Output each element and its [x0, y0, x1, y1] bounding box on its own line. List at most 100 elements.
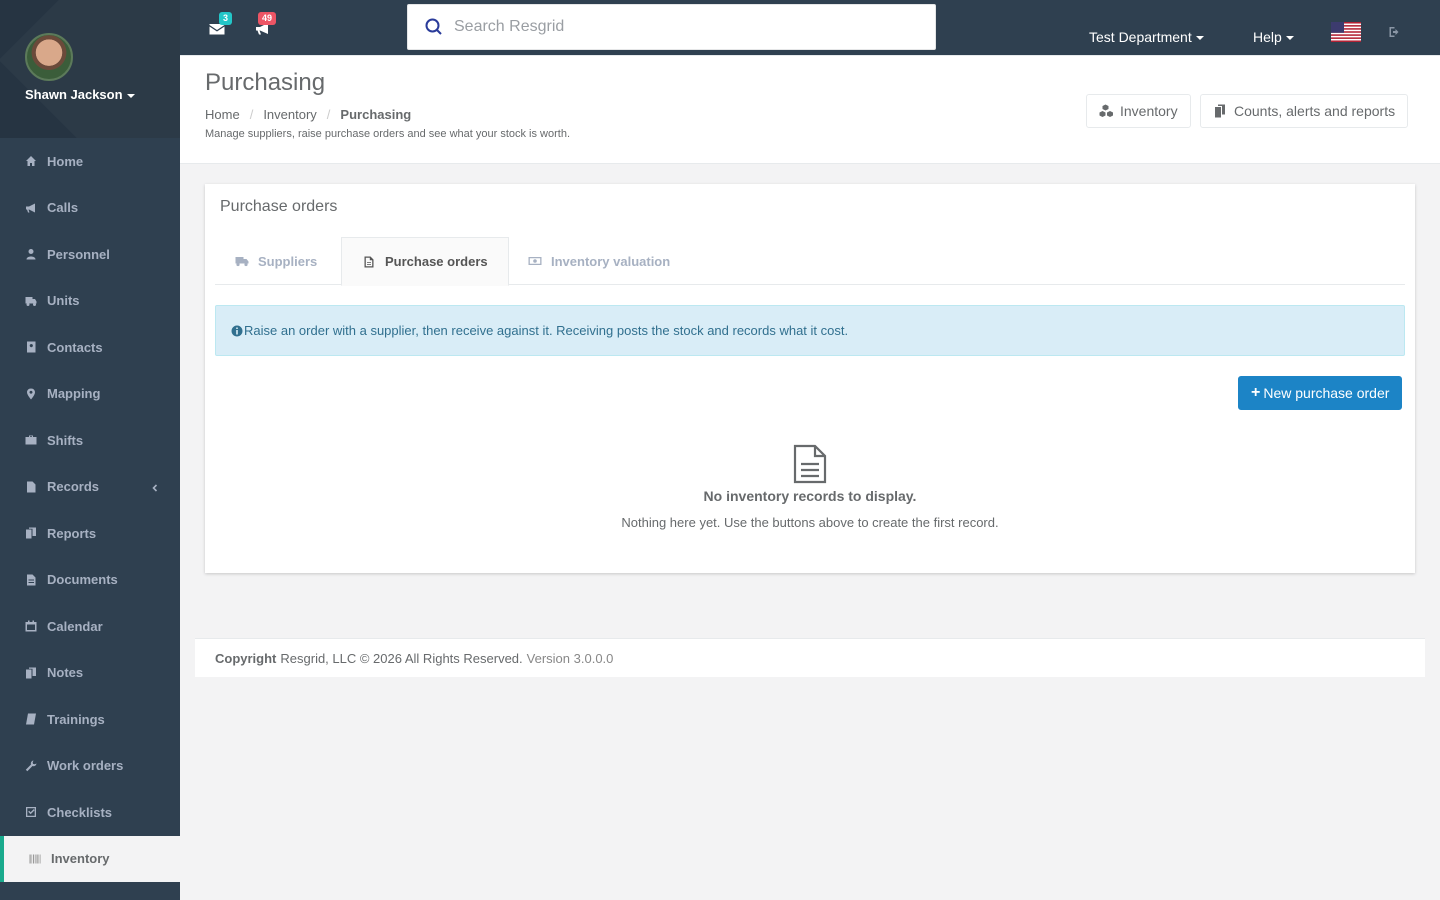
department-label: Test Department: [1089, 29, 1192, 45]
sidebar-item-reports[interactable]: Reports: [0, 510, 180, 557]
page-title: Purchasing: [205, 69, 326, 96]
calendar-icon: [24, 620, 38, 632]
sidebar-item-calls[interactable]: Calls: [0, 185, 180, 232]
sidebar-item-label: Units: [47, 293, 80, 309]
sidebar-item-mapping[interactable]: Mapping: [0, 371, 180, 418]
tab-purchase-orders[interactable]: Purchase orders: [341, 237, 509, 286]
sidebar: Shawn Jackson Home Calls Personnel Units…: [0, 0, 180, 900]
search-input[interactable]: [454, 18, 894, 36]
caret-down-icon: [1195, 36, 1204, 41]
help-dropdown[interactable]: Help: [1253, 29, 1294, 45]
sidebar-item-units[interactable]: Units: [0, 278, 180, 325]
department-dropdown[interactable]: Test Department: [1089, 29, 1204, 45]
sidebar-item-records[interactable]: Records: [0, 464, 180, 511]
file-icon: [24, 481, 38, 493]
check-square-icon: [24, 806, 38, 818]
file-text-icon: [24, 574, 38, 586]
sidebar-item-label: Documents: [47, 572, 118, 588]
caret-down-icon: [1285, 36, 1294, 41]
breadcrumb-separator: /: [326, 107, 331, 122]
page-subtitle: Manage suppliers, raise purchase orders …: [205, 128, 571, 140]
chevron-left-icon: [150, 481, 160, 492]
counts-alerts-reports-button[interactable]: Counts, alerts and reports: [1200, 94, 1409, 128]
sidebar-item-label: Reports: [47, 525, 97, 541]
sidebar-item-personnel[interactable]: Personnel: [0, 231, 180, 278]
sidebar-item-shifts[interactable]: Shifts: [0, 417, 180, 464]
map-marker-icon: [24, 388, 38, 400]
sidebar-item-label: Home: [47, 153, 84, 169]
tab-bar: Suppliers Purchase orders Inventory valu…: [215, 237, 1405, 286]
sidebar-item-trainings[interactable]: Trainings: [0, 696, 180, 743]
money-icon: [528, 257, 542, 265]
alert-text: Raise an order with a supplier, then rec…: [244, 323, 849, 338]
home-icon: [24, 155, 38, 167]
file-text-icon: [793, 444, 827, 484]
breadcrumb-separator: /: [249, 107, 254, 122]
copy-icon: [1215, 104, 1225, 118]
profile-name-dropdown[interactable]: Shawn Jackson: [25, 87, 135, 102]
inventory-button[interactable]: Inventory: [1086, 94, 1191, 128]
breadcrumb: Home / Inventory / Purchasing: [205, 107, 411, 122]
plus-icon: +: [1251, 384, 1261, 401]
sidebar-item-contacts[interactable]: Contacts: [0, 324, 180, 371]
profile-header: Shawn Jackson: [0, 0, 180, 138]
page-heading: Purchasing Home / Inventory / Purchasing…: [180, 56, 1440, 164]
sidebar-item-label: Checklists: [47, 804, 113, 820]
file-text-icon: [364, 256, 374, 267]
panel-title: Purchase orders: [220, 198, 338, 215]
truck-icon: [235, 257, 249, 267]
new-purchase-order-button[interactable]: + New purchase order: [1238, 376, 1403, 410]
sidebar-item-label: Notes: [47, 665, 84, 681]
sign-out-icon[interactable]: [1389, 26, 1402, 38]
tab-label: Purchase orders: [385, 254, 488, 269]
breadcrumb-current: Purchasing: [340, 107, 412, 122]
sidebar-item-notes[interactable]: Notes: [0, 650, 180, 697]
info-alert: Raise an order with a supplier, then rec…: [215, 305, 1405, 356]
breadcrumb-home[interactable]: Home: [205, 107, 240, 122]
sidebar-item-work-orders[interactable]: Work orders: [0, 743, 180, 790]
sidebar-item-label: Contacts: [47, 339, 103, 355]
sidebar-item-inventory[interactable]: Inventory: [0, 835, 180, 882]
wrench-icon: [24, 760, 38, 772]
tab-label: Suppliers: [258, 253, 318, 269]
breadcrumb-inventory[interactable]: Inventory: [263, 107, 316, 122]
counts-button-label: Counts, alerts and reports: [1234, 103, 1396, 119]
sidebar-item-label: Inventory: [51, 851, 110, 867]
us-flag-icon[interactable]: [1331, 22, 1361, 42]
empty-state-subtitle: Nothing here yet. Use the buttons above …: [621, 515, 999, 530]
sidebar-item-label: Calls: [47, 200, 79, 216]
footer-text: Resgrid, LLC © 2026 All Rights Reserved.: [280, 650, 523, 666]
sidebar-nav: Home Calls Personnel Units Contacts Mapp…: [0, 138, 180, 882]
tab-label: Inventory valuation: [551, 253, 671, 269]
sidebar-item-label: Records: [47, 479, 100, 495]
inventory-button-label: Inventory: [1120, 103, 1178, 119]
sidebar-item-label: Trainings: [47, 711, 105, 727]
user-icon: [24, 248, 38, 260]
profile-name: Shawn Jackson: [25, 87, 123, 102]
notes-icon: [24, 667, 38, 679]
copy-icon: [24, 527, 38, 539]
footer-copyright-label: Copyright: [215, 650, 277, 666]
barcode-icon: [28, 853, 42, 865]
briefcase-icon: [24, 434, 38, 446]
sidebar-item-checklists[interactable]: Checklists: [0, 789, 180, 836]
messages-badge: 3: [219, 12, 233, 25]
footer-version: Version 3.0.0.0: [526, 650, 614, 666]
book-icon: [24, 713, 38, 725]
sidebar-item-label: Shifts: [47, 432, 84, 448]
search-box: [407, 4, 936, 50]
search-icon: [424, 17, 444, 37]
topbar: 3 49 Test Department Help: [180, 0, 1440, 56]
new-button-label: New purchase order: [1263, 385, 1390, 401]
sidebar-item-calendar[interactable]: Calendar: [0, 603, 180, 650]
cubes-icon: [1099, 104, 1113, 117]
sidebar-item-home[interactable]: Home: [0, 138, 180, 185]
tab-inventory-valuation[interactable]: Inventory valuation: [508, 237, 690, 285]
sidebar-item-documents[interactable]: Documents: [0, 557, 180, 604]
footer: Copyright Resgrid, LLC © 2026 All Rights…: [195, 638, 1425, 677]
empty-state-title: No inventory records to display.: [703, 488, 917, 504]
caret-down-icon: [126, 93, 135, 98]
avatar[interactable]: [25, 33, 73, 81]
tab-suppliers[interactable]: Suppliers: [215, 237, 337, 285]
profile-decoration: [0, 0, 180, 138]
